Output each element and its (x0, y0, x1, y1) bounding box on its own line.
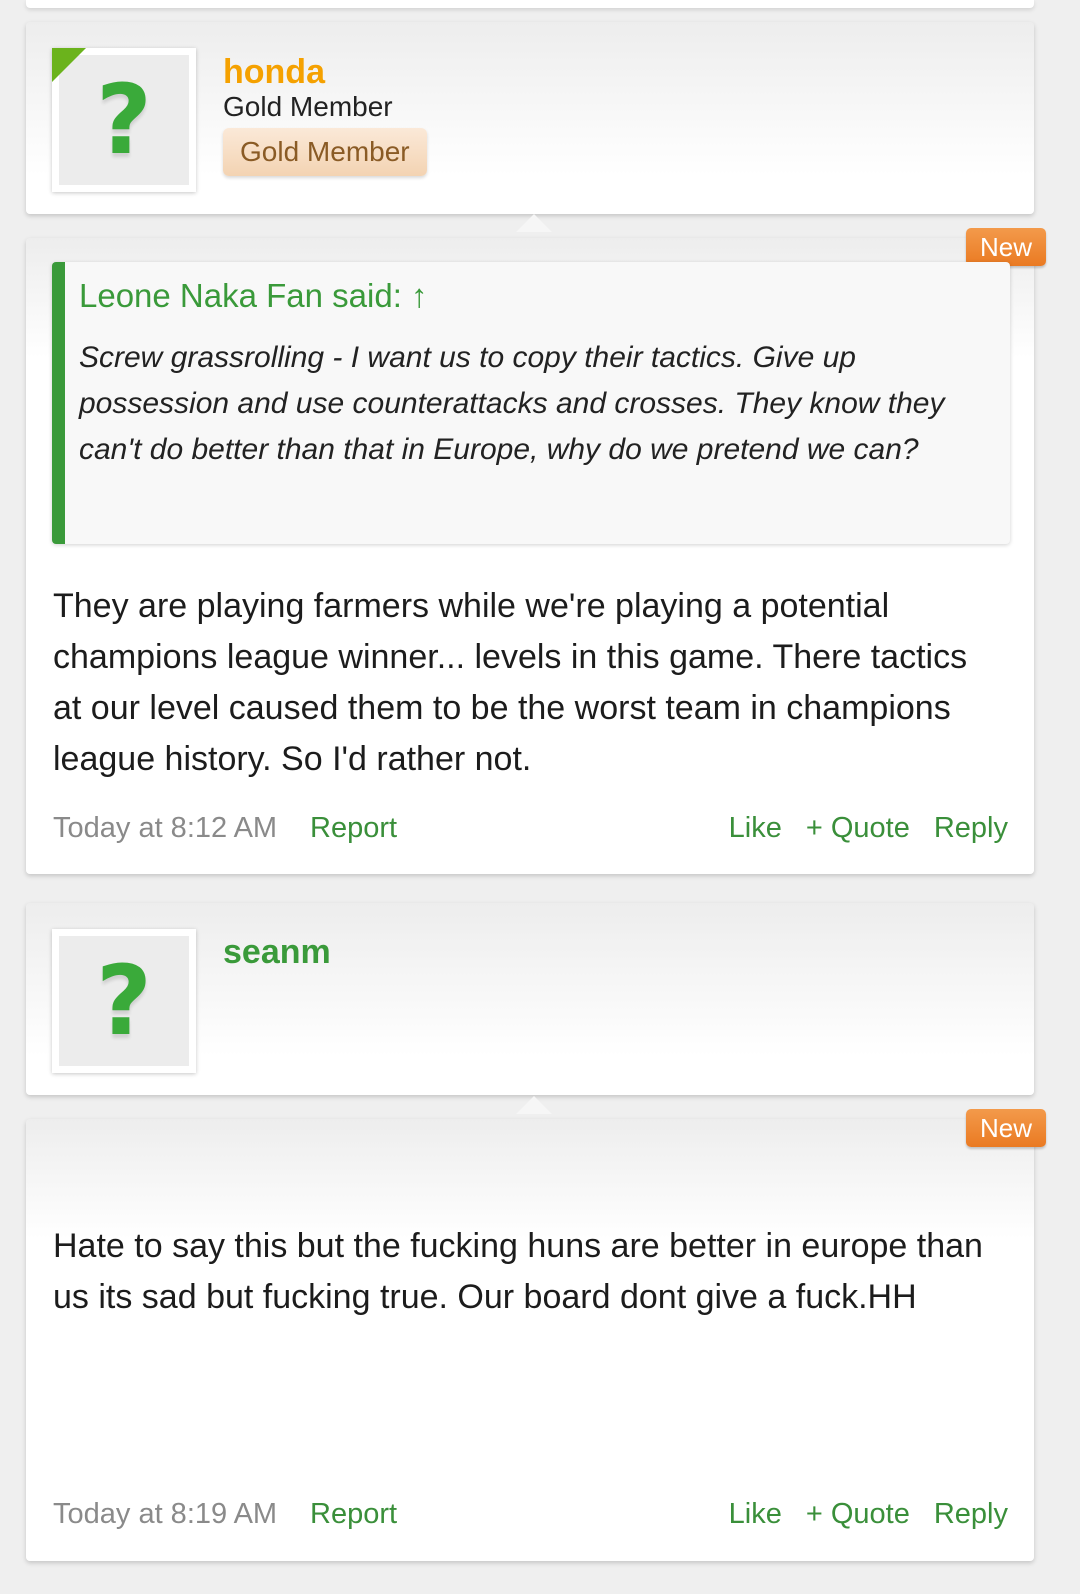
post-timestamp[interactable]: Today at 8:12 AM (53, 808, 277, 848)
previous-post-edge (26, 0, 1034, 8)
user-title: Gold Member (223, 91, 393, 122)
message-meta: Today at 8:12 AM Report Like + Quote Reply (53, 808, 1008, 848)
message-body: New Leone Naka Fan said: ↑ Screw grassro… (26, 228, 1046, 874)
quote-text: Screw grassrolling - I want us to copy t… (79, 341, 945, 466)
avatar[interactable]: ? (52, 929, 196, 1073)
user-banner: Gold Member (223, 128, 427, 176)
like-link[interactable]: Like (729, 812, 782, 844)
like-link[interactable]: Like (729, 1498, 782, 1530)
message-body: New Hate to say this but the fucking hun… (26, 1109, 1046, 1561)
reply-link[interactable]: Reply (934, 812, 1008, 844)
quote-link[interactable]: + Quote (806, 812, 910, 844)
message-meta: Today at 8:19 AM Report Like + Quote Reply (53, 1494, 1008, 1534)
question-mark-icon: ? (96, 64, 152, 176)
report-link[interactable]: Report (310, 808, 397, 848)
online-indicator-icon (52, 48, 86, 82)
avatar[interactable]: ? (52, 48, 196, 192)
message-pointer-arrow (516, 214, 552, 232)
reply-link[interactable]: Reply (934, 1498, 1008, 1530)
quote-author-link[interactable]: Leone Naka Fan said: ↑ (79, 276, 428, 316)
username-link[interactable]: honda (223, 52, 325, 92)
message-pointer-arrow (516, 1096, 552, 1114)
question-mark-icon: ? (96, 945, 152, 1057)
message-text: Hate to say this but the fucking huns ar… (53, 1227, 983, 1316)
quote-block: Leone Naka Fan said: ↑ Screw grassrollin… (52, 262, 1010, 544)
report-link[interactable]: Report (310, 1494, 397, 1534)
avatar-placeholder: ? (59, 936, 189, 1066)
quote-link[interactable]: + Quote (806, 1498, 910, 1530)
username-link[interactable]: seanm (223, 932, 331, 972)
user-info-card: ? honda Gold Member Gold Member (26, 22, 1034, 214)
post-timestamp[interactable]: Today at 8:19 AM (53, 1494, 277, 1534)
message-text: They are playing farmers while we're pla… (53, 587, 968, 778)
new-badge: New (966, 228, 1046, 266)
post-actions: Like + Quote Reply (705, 1494, 1008, 1534)
user-info-card: ? seanm (26, 903, 1034, 1095)
new-badge: New (966, 1109, 1046, 1147)
post-actions: Like + Quote Reply (705, 808, 1008, 848)
